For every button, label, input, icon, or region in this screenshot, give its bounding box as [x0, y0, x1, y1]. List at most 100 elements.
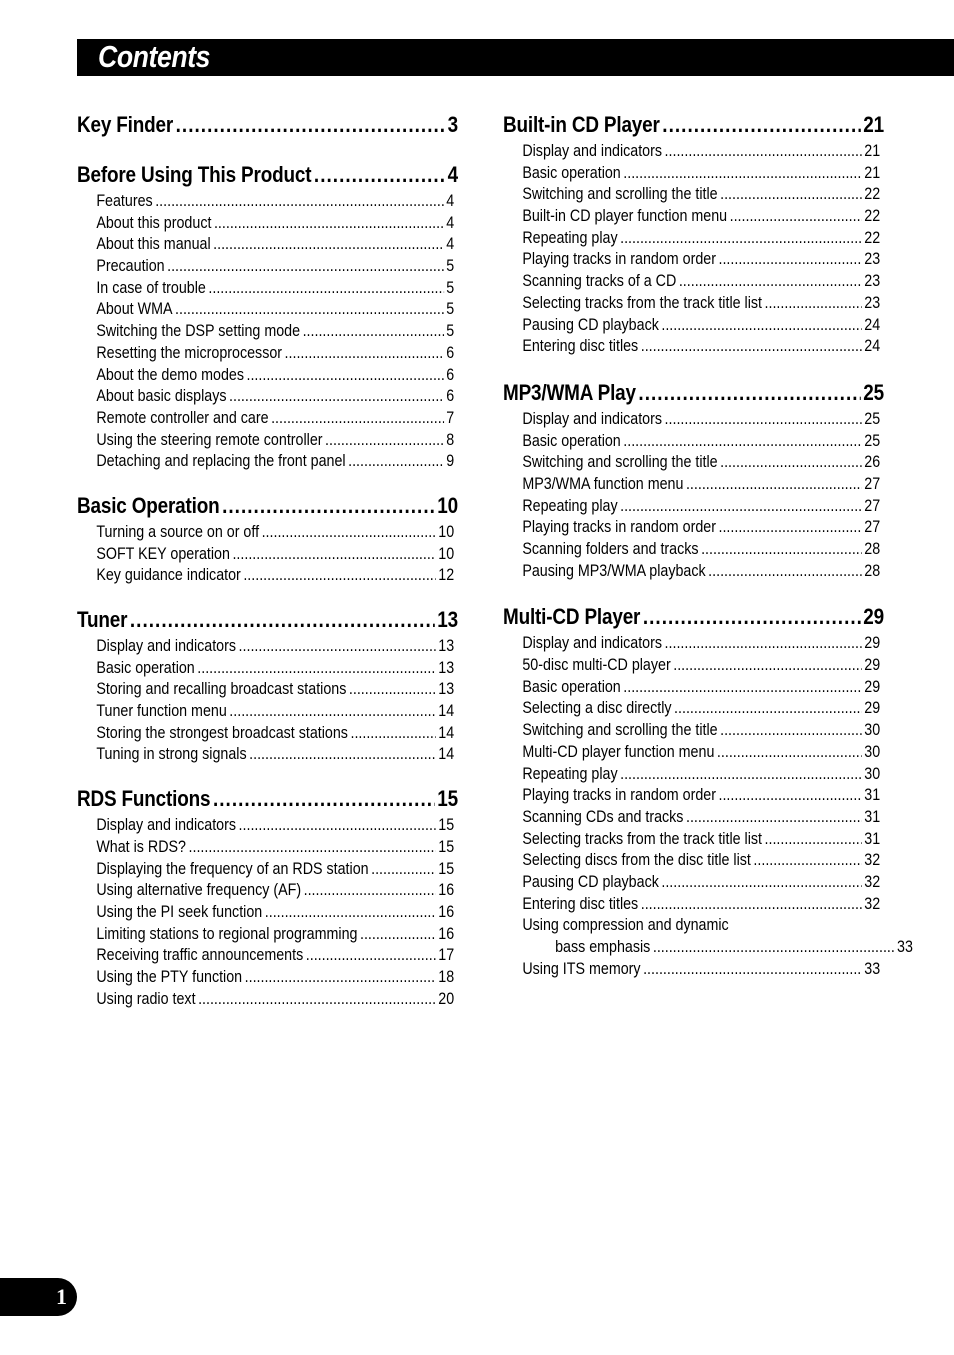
toc-entry[interactable]: Switching the DSP setting mode 5 [77, 320, 454, 342]
toc-entry[interactable]: Entering disc titles 32 [503, 893, 880, 915]
toc-entry[interactable]: Selecting tracks from the track title li… [503, 828, 880, 850]
dot-leader [350, 722, 435, 744]
toc-entry[interactable]: Switching and scrolling the title 26 [503, 451, 880, 473]
toc-entry[interactable]: Using ITS memory 33 [503, 958, 880, 980]
dot-leader [243, 564, 435, 586]
page-ref: 16 [438, 880, 455, 900]
page-number-tab: 1 [0, 1278, 77, 1316]
section-heading[interactable]: Before Using This Product 4 [77, 160, 458, 190]
toc-entry[interactable]: Display and indicators 15 [77, 814, 454, 836]
toc-entry[interactable]: Basic operation 13 [77, 657, 454, 679]
page-ref: 31 [864, 806, 881, 826]
toc-entry[interactable]: Basic operation 25 [503, 430, 880, 452]
toc-entry[interactable]: Displaying the frequency of an RDS stati… [77, 858, 454, 880]
dot-leader [674, 697, 862, 719]
toc-entry[interactable]: Scanning folders and tracks 28 [503, 538, 880, 560]
section-heading[interactable]: Tuner 13 [77, 605, 458, 635]
toc-entry[interactable]: Tuning in strong signals 14 [77, 743, 454, 765]
entry-label: Pausing MP3/WMA playback [522, 560, 706, 580]
toc-entry[interactable]: Display and indicators 25 [503, 408, 880, 430]
entry-label: Switching the DSP setting mode [96, 321, 301, 341]
toc-entry[interactable]: Playing tracks in random order 31 [503, 784, 880, 806]
toc-entry[interactable]: Pausing CD playback 24 [503, 314, 880, 336]
toc-entry[interactable]: Using radio text 20 [77, 988, 454, 1010]
toc-entry[interactable]: Basic operation 21 [503, 162, 880, 184]
toc-entry[interactable]: Playing tracks in random order 27 [503, 516, 880, 538]
toc-entry[interactable]: SOFT KEY operation 10 [77, 543, 454, 565]
toc-entry[interactable]: Detaching and replacing the front panel 9 [77, 450, 454, 472]
toc-entry[interactable]: Repeating play 22 [503, 227, 880, 249]
toc-entry[interactable]: Key guidance indicator 12 [77, 564, 454, 586]
page-ref: 5 [446, 321, 455, 341]
toc-entry[interactable]: Scanning CDs and tracks 31 [503, 806, 880, 828]
toc-entry[interactable]: Using the steering remote controller 8 [77, 429, 454, 451]
toc-entry[interactable]: 50-disc multi-CD player 29 [503, 654, 880, 676]
section-heading[interactable]: MP3/WMA Play 25 [503, 378, 884, 408]
toc-entry[interactable]: About this product 4 [77, 212, 454, 234]
dot-leader [701, 538, 862, 560]
toc-entry-continuation[interactable]: bass emphasis 33 [503, 936, 913, 958]
page-ref: 33 [864, 958, 881, 978]
toc-entry[interactable]: Pausing MP3/WMA playback 28 [503, 560, 880, 582]
toc-entry[interactable]: Repeating play 27 [503, 495, 880, 517]
toc-entry[interactable]: Selecting a disc directly 29 [503, 697, 880, 719]
toc-entry[interactable]: Pausing CD playback 32 [503, 871, 880, 893]
toc-entry[interactable]: Entering disc titles 24 [503, 335, 880, 357]
toc-entry[interactable]: Built-in CD player function menu 22 [503, 205, 880, 227]
page-ref: 29 [864, 655, 881, 675]
toc-entry[interactable]: Multi-CD player function menu 30 [503, 741, 880, 763]
toc-entry[interactable]: Playing tracks in random order 23 [503, 248, 880, 270]
entry-label: Precaution [96, 256, 165, 276]
toc-entry[interactable]: About this manual 4 [77, 233, 454, 255]
toc-entry[interactable]: Resetting the microprocessor 6 [77, 342, 454, 364]
toc-right-column: Built-in CD Player21Display and indicato… [503, 110, 913, 980]
toc-entry[interactable]: Storing and recalling broadcast stations… [77, 678, 454, 700]
page-ref: 4 [447, 162, 458, 187]
toc-entry[interactable]: Using compression and dynamic [503, 914, 880, 936]
toc-entry[interactable]: About WMA 5 [77, 298, 454, 320]
page-ref: 12 [438, 565, 455, 585]
toc-entry[interactable]: Display and indicators 13 [77, 635, 454, 657]
toc-entry[interactable]: MP3/WMA function menu 27 [503, 473, 880, 495]
toc-entry[interactable]: In case of trouble 5 [77, 277, 454, 299]
toc-entry[interactable]: Precaution 5 [77, 255, 454, 277]
section-heading[interactable]: Basic Operation 10 [77, 491, 458, 521]
toc-entry[interactable]: Remote controller and care 7 [77, 407, 454, 429]
dot-leader [665, 408, 862, 430]
toc-entry[interactable]: Features 4 [77, 190, 454, 212]
toc-entry[interactable]: Repeating play 30 [503, 763, 880, 785]
toc-entry[interactable]: Selecting discs from the disc title list… [503, 849, 880, 871]
section-heading[interactable]: Multi-CD Player 29 [503, 602, 884, 632]
section-heading[interactable]: Key Finder 3 [77, 110, 458, 140]
page-ref: 8 [446, 429, 455, 449]
section-heading[interactable]: Built-in CD Player 21 [503, 110, 884, 140]
toc-entry[interactable]: Tuner function menu 14 [77, 700, 454, 722]
dot-leader [239, 814, 436, 836]
toc-entry[interactable]: Using alternative frequency (AF) 16 [77, 879, 454, 901]
toc-entry[interactable]: About the demo modes 6 [77, 364, 454, 386]
toc-entry[interactable]: Display and indicators 29 [503, 632, 880, 654]
toc-entry[interactable]: Receiving traffic announcements 17 [77, 944, 454, 966]
entry-label: Turning a source on or off [96, 521, 260, 541]
page-ref: 22 [864, 227, 881, 247]
toc-entry[interactable]: Using the PTY function 18 [77, 966, 454, 988]
toc-entry[interactable]: Limiting stations to regional programmin… [77, 923, 454, 945]
entry-label: Detaching and replacing the front panel [96, 451, 346, 471]
toc-entry[interactable]: Using the PI seek function 16 [77, 901, 454, 923]
toc-entry[interactable]: Scanning tracks of a CD 23 [503, 270, 880, 292]
toc-entry[interactable]: Selecting tracks from the track title li… [503, 292, 880, 314]
toc-entry[interactable]: Display and indicators 21 [503, 140, 880, 162]
toc-entry[interactable]: Turning a source on or off 10 [77, 521, 454, 543]
dot-leader [686, 473, 862, 495]
entry-label: Entering disc titles [522, 336, 639, 356]
section-heading[interactable]: RDS Functions 15 [77, 784, 458, 814]
toc-entry[interactable]: Switching and scrolling the title 30 [503, 719, 880, 741]
toc-entry[interactable]: About basic displays 6 [77, 385, 454, 407]
toc-entry[interactable]: What is RDS? 15 [77, 836, 454, 858]
toc-entry[interactable]: Storing the strongest broadcast stations… [77, 722, 454, 744]
dot-leader [249, 743, 436, 765]
toc-entry[interactable]: Basic operation 29 [503, 676, 880, 698]
page-ref: 4 [446, 234, 455, 254]
toc-entry[interactable]: Switching and scrolling the title 22 [503, 183, 880, 205]
